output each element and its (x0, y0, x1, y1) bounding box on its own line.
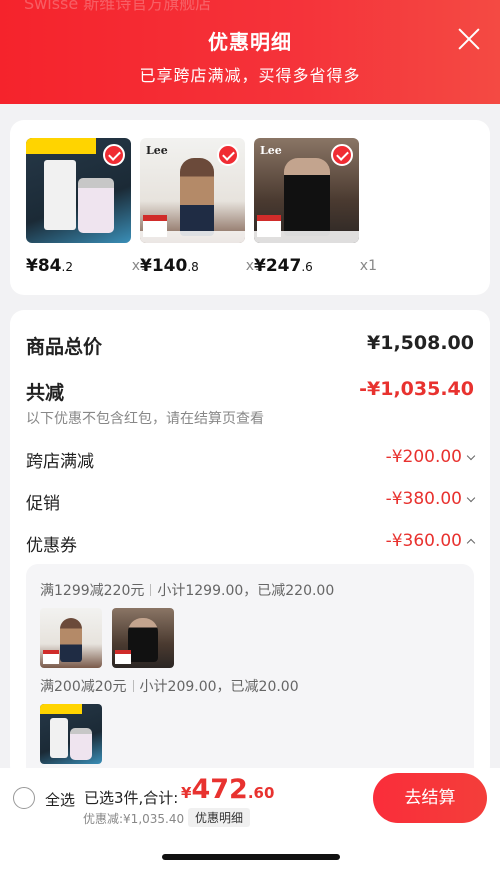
product-image: Lee (254, 138, 359, 243)
total-discount-value: -¥1,035.40 (359, 378, 474, 400)
chevron-up-icon (466, 538, 476, 548)
product-price: ¥84.2 (26, 256, 73, 276)
coupon-value: -¥360.00 (386, 531, 476, 551)
total-price-row: 商品总价 ¥1,508.00 (26, 332, 474, 359)
product-quantity: x1 (359, 258, 377, 274)
brand-logo: Lee (146, 144, 168, 157)
selected-check-icon[interactable] (331, 144, 353, 166)
discount-detail-button[interactable]: 优惠明细 (188, 808, 251, 827)
coupon-product-thumbnail (40, 608, 102, 668)
cross-store-discount-value: -¥200.00 (386, 447, 476, 467)
page-title: 优惠明细 (208, 30, 292, 54)
total-discount-row: 共减 -¥1,035.40 (26, 378, 474, 405)
promotion-label: 促销 (26, 494, 60, 514)
home-indicator (162, 854, 340, 860)
discount-note: 以下优惠不包含红包，请在结算页查看 (26, 411, 264, 427)
total-price-value: ¥1,508.00 (367, 332, 474, 354)
checkout-button[interactable]: 去结算 (373, 773, 487, 823)
cross-store-discount-row[interactable]: 跨店满减 -¥200.00 (26, 447, 476, 472)
checkout-bar: 全选 已选3件,合计: ¥472.60 优惠减:¥1,035.40 优惠明细 去… (0, 768, 500, 872)
select-all-label[interactable]: 全选 (45, 789, 75, 810)
background-store-name: Swisse 斯维诗官方旗舰店 (24, 0, 212, 12)
product-item[interactable]: Lee ¥247.6 x1 (254, 138, 377, 276)
product-item[interactable]: ¥84.2 x1 (26, 138, 149, 276)
chevron-down-icon (466, 451, 476, 461)
coupon-label: 优惠券 (26, 536, 77, 556)
product-price: ¥140.8 (140, 256, 199, 276)
select-all-radio[interactable] (13, 787, 35, 809)
coupon-product-thumbnail (112, 608, 174, 668)
selected-check-icon[interactable] (103, 144, 125, 166)
product-image: Lee (140, 138, 245, 243)
promotion-value: -¥380.00 (386, 489, 476, 509)
discount-amount-text: 优惠减:¥1,035.40 (83, 812, 185, 826)
product-price: ¥247.6 (254, 256, 313, 276)
brand-logo: Lee (260, 144, 282, 157)
total-price-label: 商品总价 (26, 336, 103, 358)
price-summary-card: 商品总价 ¥1,508.00 共减 -¥1,035.40 以下优惠不包含红包，请… (10, 310, 490, 824)
cross-store-discount-label: 跨店满减 (26, 452, 94, 472)
selected-count-text: 已选3件,合计: (84, 789, 179, 807)
product-item[interactable]: Lee ¥140.8 x1 (140, 138, 263, 276)
selected-products-card: ¥84.2 x1 Lee ¥140.8 x1 Lee ¥247.6 x1 (10, 120, 490, 295)
coupon-group-title: 满1299减220元 小计1299.00，已减220.00 (40, 583, 335, 599)
discount-detail-header: Swisse 斯维诗官方旗舰店 优惠明细 已享跨店满减，买得多省得多 (0, 0, 500, 104)
product-image (26, 138, 131, 243)
coupon-product-thumbnail (40, 704, 102, 764)
total-discount-label: 共减 (26, 382, 65, 404)
promotion-row[interactable]: 促销 -¥380.00 (26, 489, 476, 514)
close-icon[interactable] (456, 26, 482, 52)
selected-check-icon[interactable] (217, 144, 239, 166)
chevron-down-icon (466, 493, 476, 503)
coupon-group-title: 满200减20元 小计209.00，已减20.00 (40, 679, 299, 695)
page-subtitle: 已享跨店满减，买得多省得多 (139, 66, 361, 85)
coupon-row[interactable]: 优惠券 -¥360.00 (26, 531, 476, 556)
total-amount: ¥472.60 (181, 774, 275, 805)
